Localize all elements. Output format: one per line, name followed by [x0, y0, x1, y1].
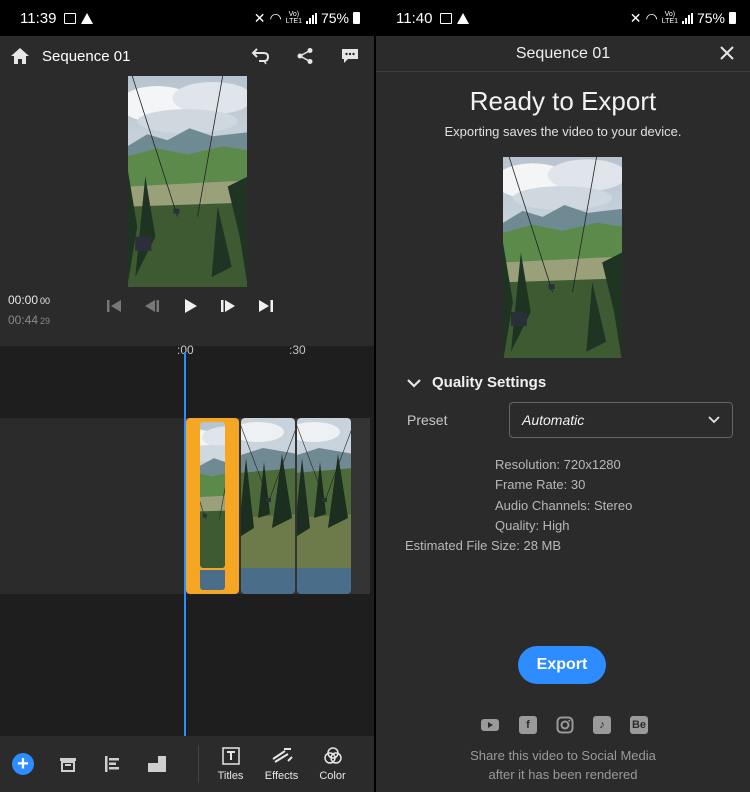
effects-icon: [271, 748, 293, 763]
battery-icon: [729, 12, 736, 24]
close-icon[interactable]: [718, 44, 736, 62]
wifi-icon: ◠: [645, 9, 658, 26]
timeline-clip[interactable]: [241, 418, 295, 594]
preview-frame: [128, 76, 247, 287]
preset-select[interactable]: Automatic: [509, 402, 733, 438]
track-empty-area: [0, 418, 185, 594]
social-icons: f ♪ Be: [480, 716, 648, 734]
battery-percent: 75%: [320, 10, 349, 26]
status-bar: 11:39 ✕ ◠ Vo) LTE1 75%: [0, 0, 374, 36]
spec-resolution: Resolution: 720x1280: [495, 457, 621, 472]
export-screen: 11:40 ✕ ◠ Vo) LTE1 75% Sequence 01 Ready …: [376, 0, 750, 792]
export-header: Sequence 01: [376, 36, 750, 72]
clip-audio-waveform: [241, 568, 295, 594]
duration-timecode: 00:44 29: [8, 313, 50, 327]
tab-color[interactable]: Color: [307, 746, 358, 782]
clip-audio-waveform: [297, 568, 351, 594]
tab-effects[interactable]: Effects: [256, 746, 307, 782]
editor-header: Sequence 01: [0, 36, 374, 76]
drive-icon: [457, 12, 470, 24]
clip-thumbnail: [200, 422, 225, 568]
titles-icon: [221, 747, 240, 765]
clip-thumbnail: [241, 418, 295, 568]
align-icon[interactable]: [102, 755, 122, 773]
preset-value: Automatic: [522, 412, 585, 428]
behance-icon[interactable]: Be: [630, 716, 648, 734]
volte-icon: Vo) LTE1: [285, 11, 302, 25]
export-heading: Ready to Export: [469, 86, 657, 116]
quality-settings-label: Quality Settings: [432, 374, 547, 391]
spec-file-size: Estimated File Size: 28 MB: [405, 538, 562, 554]
aspect-ratio-icon[interactable]: [146, 755, 168, 773]
color-icon: [323, 747, 342, 764]
clip-audio-waveform: [200, 570, 225, 590]
current-timecode: 00:00 00: [8, 293, 50, 307]
youtube-icon[interactable]: [480, 717, 500, 733]
battery-icon: [353, 12, 360, 24]
current-frames: 00: [40, 296, 51, 306]
wifi-icon: ◠: [269, 9, 282, 26]
add-media-button[interactable]: +: [12, 753, 34, 775]
mute-icon: ✕: [253, 9, 266, 26]
current-time: 00:00: [8, 293, 39, 307]
gallery-icon: [440, 12, 453, 24]
volte-icon: Vo) LTE1: [661, 11, 678, 25]
instagram-icon[interactable]: [556, 716, 574, 734]
spec-frame-rate: Frame Rate: 30: [495, 477, 586, 493]
home-icon[interactable]: [10, 47, 30, 65]
tab-titles[interactable]: Titles: [205, 746, 256, 782]
share-icon[interactable]: [296, 47, 314, 65]
share-note: Share this video to Social Media after i…: [376, 746, 750, 784]
quality-settings-toggle[interactable]: Quality Settings: [406, 374, 546, 391]
export-button[interactable]: Export: [518, 646, 606, 684]
duration-time: 00:44: [8, 313, 39, 327]
play-icon[interactable]: [181, 298, 199, 314]
sequence-title: Sequence 01: [42, 47, 131, 65]
undo-icon[interactable]: [250, 47, 270, 65]
editor-toolbar: + Titles Effects Color: [0, 736, 374, 792]
share-note-line1: Share this video to Social Media: [470, 748, 656, 763]
step-forward-icon[interactable]: [219, 298, 237, 314]
mute-icon: ✕: [629, 9, 642, 26]
gallery-icon: [64, 12, 77, 24]
preset-label: Preset: [407, 412, 448, 428]
tab-effects-label: Effects: [264, 770, 299, 782]
skip-to-end-icon[interactable]: [257, 298, 275, 314]
drive-icon: [81, 12, 94, 24]
transport-controls: [105, 298, 275, 314]
battery-percent: 75%: [696, 10, 725, 26]
status-bar: 11:40 ✕ ◠ Vo) LTE1 75%: [376, 0, 750, 36]
clip-thumbnail: [297, 418, 351, 568]
spec-audio-channels: Audio Channels: Stereo: [495, 497, 633, 513]
tiktok-icon[interactable]: ♪: [593, 716, 611, 734]
signal-icon: [681, 12, 693, 24]
duration-frames: 29: [40, 316, 51, 326]
chevron-down-icon: [407, 378, 421, 388]
skip-to-start-icon[interactable]: [105, 298, 123, 314]
chevron-down-icon: [708, 416, 720, 424]
spec-quality: Quality: High: [495, 517, 570, 533]
editor-screen: 11:39 ✕ ◠ Vo) LTE1 75% Sequence 01 00:00 0…: [0, 0, 374, 792]
export-specs: Resolution: 720x1280 Frame Rate: 30 Audi…: [376, 455, 750, 556]
step-back-icon[interactable]: [143, 298, 161, 314]
playhead[interactable]: [184, 352, 186, 736]
tab-color-label: Color: [319, 770, 346, 782]
export-subheading: Exporting saves the video to your device…: [444, 124, 682, 139]
share-note-line2: after it has been rendered: [488, 767, 638, 782]
export-preview-frame: [503, 157, 622, 358]
tracks-icon[interactable]: [58, 755, 78, 773]
timeline-clip-selected[interactable]: [186, 418, 239, 594]
status-time: 11:40: [396, 9, 433, 27]
ruler-mark-30: :30: [289, 343, 306, 357]
sequence-title: Sequence 01: [515, 44, 611, 62]
timeline-clip[interactable]: [297, 418, 351, 594]
comments-icon[interactable]: [340, 47, 360, 65]
facebook-icon[interactable]: f: [519, 716, 537, 734]
tab-titles-label: Titles: [217, 770, 244, 782]
signal-icon: [305, 12, 317, 24]
status-time: 11:39: [20, 9, 57, 27]
